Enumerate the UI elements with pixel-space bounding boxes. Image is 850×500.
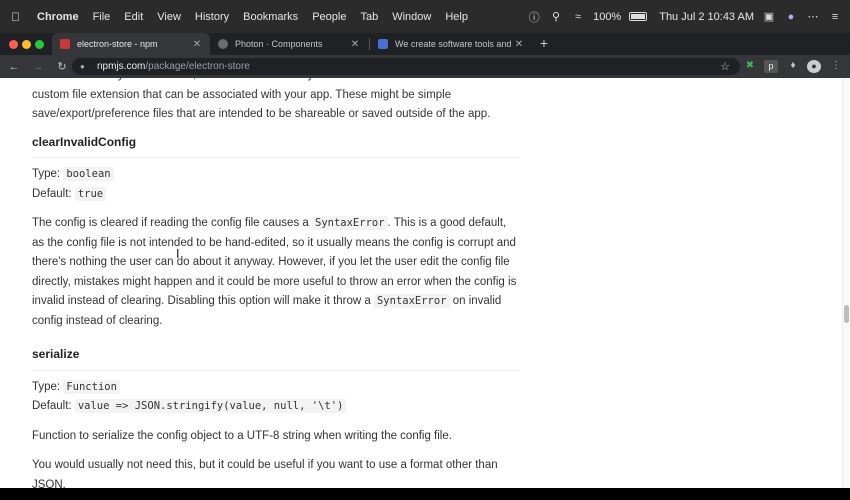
menu-edit[interactable]: Edit [124,11,143,23]
inline-code: SyntaxError [312,216,388,230]
default-label: Default: [32,400,72,412]
menu-view[interactable]: View [157,11,181,23]
forward-icon[interactable]: → [28,61,48,73]
apple-icon[interactable]:  [11,10,29,24]
more-icon[interactable]: ⋯ [806,10,820,23]
clock[interactable]: Thu Jul 2 10:43 AM [659,11,754,23]
option-heading-clearinvalidconfig: clearInvalidConfig [32,134,137,149]
clearinvalidconfig-description: The config is cleared if reading the con… [32,214,518,331]
description-text: The config is cleared if reading the con… [32,217,312,229]
type-value: boolean [63,167,114,181]
type-line: Type: boolean [32,165,518,185]
heading-divider [32,157,518,158]
serialize-description: Function to serialize the config object … [32,429,452,442]
menu-tab[interactable]: Tab [360,11,378,23]
serialize-note: You would usually not need this, but it … [32,459,498,488]
type-value: Function [63,379,120,394]
close-tab-icon[interactable]: ✕ [512,39,526,50]
close-tab-icon[interactable]: ✕ [348,39,362,50]
menu-history[interactable]: History [195,11,229,23]
menu-bookmarks[interactable]: Bookmarks [243,11,298,23]
scrollbar-thumb[interactable] [844,305,849,323]
chrome-menu-icon[interactable]: ⋮ [829,60,843,73]
page-scrollbar[interactable] [842,78,850,488]
heading-divider [32,369,518,371]
close-window-button[interactable] [9,40,18,49]
intro-paragraph: You would usually not need this, but cou… [32,78,492,120]
tab-photon[interactable]: Photon · Components ✕ [210,33,368,55]
page-viewport[interactable]: You would usually not need this, but cou… [0,78,850,488]
browser-toolbar: ← → ↻ ● npmjs.com /package/electron-stor… [0,55,850,78]
control-center-icon[interactable]: ≡ [828,11,842,23]
screen-mirror-icon[interactable]: ▣ [762,10,776,23]
type-label: Type: [32,168,61,180]
new-tab-button[interactable]: + [536,33,552,55]
type-label: Type: [32,380,61,393]
default-line: Default: true [32,185,518,205]
tab-title: Photon · Components [235,39,323,49]
menu-people[interactable]: People [312,11,346,23]
default-value: value => JSON.stringify(value, null, '\t… [74,399,347,413]
profile-avatar-icon[interactable]: ● [807,60,821,73]
menu-file[interactable]: File [93,11,111,23]
url-host: npmjs.com [97,61,146,72]
minimize-window-button[interactable] [22,40,31,49]
battery-percent: 100% [593,10,622,23]
close-tab-icon[interactable]: ✕ [190,39,204,50]
menu-chrome[interactable]: Chrome [37,11,79,23]
window-bottom-edge [0,488,850,500]
readme-content: You would usually not need this, but cou… [32,78,518,488]
back-icon[interactable]: ← [4,61,24,73]
type-line: Type: Function [32,378,518,398]
wifi-icon[interactable]: ≈ [571,11,585,23]
tab-title: We create software tools and ... [395,39,512,49]
zoom-window-button[interactable] [35,40,44,49]
default-label: Default: [32,187,72,200]
inline-code: SyntaxError [373,294,450,308]
tab-strip: electron-store - npm ✕ Photon · Componen… [0,33,850,55]
macos-menu-bar:  Chrome File Edit View History Bookmark… [0,0,850,33]
menu-help[interactable]: Help [445,11,468,23]
battery-icon[interactable] [629,12,648,21]
tab-electron-store[interactable]: electron-store - npm ✕ [52,33,210,55]
menu-window[interactable]: Window [392,11,431,23]
status-area: ⓘ ⚲ ≈ 100% Thu Jul 2 10:43 AM ▣ ● ⋯ ≡ [527,0,842,33]
url-path: /package/electron-store [145,61,250,72]
extension-green-icon[interactable]: ✖ [743,60,757,73]
text-cursor-icon: I [176,247,180,261]
npm-favicon-icon [60,39,70,49]
option-heading-serialize: serialize [32,347,80,361]
tab-title: electron-store - npm [77,39,158,49]
user-avatar-icon[interactable]: ● [784,11,798,23]
extension-p-icon[interactable]: p [764,60,778,73]
default-line: Default: value => JSON.stringify(value, … [32,397,518,417]
site-favicon-icon [378,39,388,49]
address-bar[interactable]: ● npmjs.com /package/electron-store ☆ [72,58,740,75]
globe-favicon-icon [218,39,228,49]
default-value: true [74,186,107,201]
lock-icon[interactable]: ● [80,62,90,71]
tab-we-create[interactable]: We create software tools and ... ✕ [370,33,532,55]
extensions-puzzle-icon[interactable]: ♦ [786,60,800,73]
reload-icon[interactable]: ↻ [52,60,72,73]
bookmark-star-icon[interactable]: ☆ [720,60,730,73]
network-icon[interactable]: ⚲ [549,10,563,23]
info-icon[interactable]: ⓘ [527,9,541,25]
